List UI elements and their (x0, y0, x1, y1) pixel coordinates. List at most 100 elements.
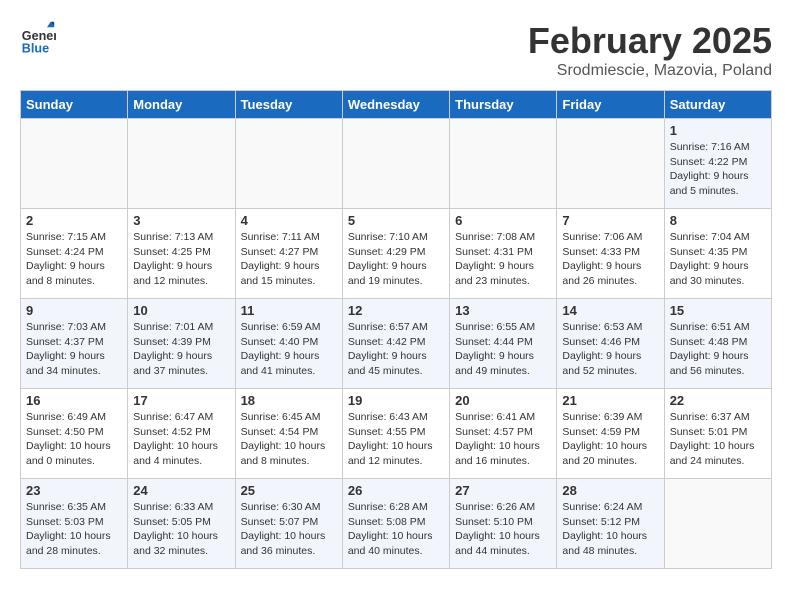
calendar-cell: 21Sunrise: 6:39 AM Sunset: 4:59 PM Dayli… (557, 389, 664, 479)
day-number: 2 (26, 213, 122, 228)
day-info: Sunrise: 7:13 AM Sunset: 4:25 PM Dayligh… (133, 230, 229, 289)
day-number: 18 (241, 393, 337, 408)
location: Srodmiescie, Mazovia, Poland (528, 62, 772, 80)
day-number: 20 (455, 393, 551, 408)
day-number: 10 (133, 303, 229, 318)
day-info: Sunrise: 6:55 AM Sunset: 4:44 PM Dayligh… (455, 320, 551, 379)
calendar-cell (342, 119, 449, 209)
calendar-cell: 16 Sunrise: 6:49 AM Sunset: 4:50 PM Dayli… (21, 389, 128, 479)
calendar-cell: 27 Sunrise: 6:26 AM Sunset: 5:10 PM Dayli… (450, 479, 557, 569)
weekday-header-monday: Monday (128, 91, 235, 119)
calendar-cell: 1 Sunrise: 7:16 AM Sunset: 4:22 PM Daylig… (664, 119, 771, 209)
calendar-cell: 23 Sunrise: 6:35 AM Sunset: 5:03 PM Dayli… (21, 479, 128, 569)
weekday-header-saturday: Saturday (664, 91, 771, 119)
weekday-header-wednesday: Wednesday (342, 91, 449, 119)
calendar-cell: 14Sunrise: 6:53 AM Sunset: 4:46 PM Dayli… (557, 299, 664, 389)
day-number: 15 (670, 303, 766, 318)
calendar-table: SundayMondayTuesdayWednesdayThursdayFrid… (20, 90, 772, 569)
day-info: Sunrise: 7:10 AM Sunset: 4:29 PM Dayligh… (348, 230, 444, 289)
day-number: 3 (133, 213, 229, 228)
calendar-cell: 28Sunrise: 6:24 AM Sunset: 5:12 PM Dayli… (557, 479, 664, 569)
day-number: 25 (241, 483, 337, 498)
day-number: 17 (133, 393, 229, 408)
calendar-cell: 25 Sunrise: 6:30 AM Sunset: 5:07 PM Dayli… (235, 479, 342, 569)
calendar-week-row: 23 Sunrise: 6:35 AM Sunset: 5:03 PM Dayli… (21, 479, 772, 569)
day-number: 26 (348, 483, 444, 498)
calendar-cell: 19 Sunrise: 6:43 AM Sunset: 4:55 PM Dayli… (342, 389, 449, 479)
day-info: Sunrise: 6:26 AM Sunset: 5:10 PM Dayligh… (455, 500, 551, 559)
day-info: Sunrise: 6:35 AM Sunset: 5:03 PM Dayligh… (26, 500, 122, 559)
weekday-header-row: SundayMondayTuesdayWednesdayThursdayFrid… (21, 91, 772, 119)
weekday-header-friday: Friday (557, 91, 664, 119)
calendar-cell: 12 Sunrise: 6:57 AM Sunset: 4:42 PM Dayli… (342, 299, 449, 389)
calendar-cell: 5 Sunrise: 7:10 AM Sunset: 4:29 PM Daylig… (342, 209, 449, 299)
calendar-cell: 8 Sunrise: 7:04 AM Sunset: 4:35 PM Daylig… (664, 209, 771, 299)
calendar-week-row: 1 Sunrise: 7:16 AM Sunset: 4:22 PM Daylig… (21, 119, 772, 209)
logo-icon: General Blue (20, 20, 56, 56)
day-number: 6 (455, 213, 551, 228)
calendar-week-row: 16 Sunrise: 6:49 AM Sunset: 4:50 PM Dayli… (21, 389, 772, 479)
month-title: February 2025 (528, 20, 772, 62)
day-number: 9 (26, 303, 122, 318)
calendar-cell (557, 119, 664, 209)
calendar-cell: 2Sunrise: 7:15 AM Sunset: 4:24 PM Daylig… (21, 209, 128, 299)
calendar-cell: 10 Sunrise: 7:01 AM Sunset: 4:39 PM Dayli… (128, 299, 235, 389)
calendar-cell: 18 Sunrise: 6:45 AM Sunset: 4:54 PM Dayli… (235, 389, 342, 479)
day-number: 12 (348, 303, 444, 318)
calendar-cell (128, 119, 235, 209)
day-info: Sunrise: 6:33 AM Sunset: 5:05 PM Dayligh… (133, 500, 229, 559)
day-info: Sunrise: 6:47 AM Sunset: 4:52 PM Dayligh… (133, 410, 229, 469)
calendar-cell: 4 Sunrise: 7:11 AM Sunset: 4:27 PM Daylig… (235, 209, 342, 299)
calendar-cell: 13 Sunrise: 6:55 AM Sunset: 4:44 PM Dayli… (450, 299, 557, 389)
day-info: Sunrise: 6:30 AM Sunset: 5:07 PM Dayligh… (241, 500, 337, 559)
weekday-header-thursday: Thursday (450, 91, 557, 119)
day-number: 16 (26, 393, 122, 408)
day-info: Sunrise: 7:16 AM Sunset: 4:22 PM Dayligh… (670, 140, 766, 199)
day-info: Sunrise: 7:11 AM Sunset: 4:27 PM Dayligh… (241, 230, 337, 289)
day-number: 27 (455, 483, 551, 498)
day-info: Sunrise: 6:39 AM Sunset: 4:59 PM Dayligh… (562, 410, 658, 469)
calendar-cell: 11 Sunrise: 6:59 AM Sunset: 4:40 PM Dayli… (235, 299, 342, 389)
logo: General Blue (20, 20, 60, 56)
day-number: 22 (670, 393, 766, 408)
day-number: 1 (670, 123, 766, 138)
svg-text:Blue: Blue (22, 41, 49, 55)
calendar-cell: 6 Sunrise: 7:08 AM Sunset: 4:31 PM Daylig… (450, 209, 557, 299)
day-info: Sunrise: 7:08 AM Sunset: 4:31 PM Dayligh… (455, 230, 551, 289)
calendar-cell (450, 119, 557, 209)
day-number: 5 (348, 213, 444, 228)
calendar-cell: 15 Sunrise: 6:51 AM Sunset: 4:48 PM Dayli… (664, 299, 771, 389)
day-number: 14 (562, 303, 658, 318)
day-number: 23 (26, 483, 122, 498)
calendar-cell: 17 Sunrise: 6:47 AM Sunset: 4:52 PM Dayli… (128, 389, 235, 479)
calendar-cell: 3 Sunrise: 7:13 AM Sunset: 4:25 PM Daylig… (128, 209, 235, 299)
day-number: 24 (133, 483, 229, 498)
day-number: 13 (455, 303, 551, 318)
day-info: Sunrise: 6:57 AM Sunset: 4:42 PM Dayligh… (348, 320, 444, 379)
day-info: Sunrise: 6:28 AM Sunset: 5:08 PM Dayligh… (348, 500, 444, 559)
day-info: Sunrise: 7:03 AM Sunset: 4:37 PM Dayligh… (26, 320, 122, 379)
day-info: Sunrise: 6:59 AM Sunset: 4:40 PM Dayligh… (241, 320, 337, 379)
day-info: Sunrise: 6:41 AM Sunset: 4:57 PM Dayligh… (455, 410, 551, 469)
day-info: Sunrise: 7:06 AM Sunset: 4:33 PM Dayligh… (562, 230, 658, 289)
calendar-cell (21, 119, 128, 209)
day-info: Sunrise: 6:49 AM Sunset: 4:50 PM Dayligh… (26, 410, 122, 469)
calendar-week-row: 2Sunrise: 7:15 AM Sunset: 4:24 PM Daylig… (21, 209, 772, 299)
day-info: Sunrise: 7:04 AM Sunset: 4:35 PM Dayligh… (670, 230, 766, 289)
calendar-cell: 9 Sunrise: 7:03 AM Sunset: 4:37 PM Daylig… (21, 299, 128, 389)
calendar-cell (664, 479, 771, 569)
calendar-cell: 20 Sunrise: 6:41 AM Sunset: 4:57 PM Dayli… (450, 389, 557, 479)
weekday-header-sunday: Sunday (21, 91, 128, 119)
day-number: 28 (562, 483, 658, 498)
day-number: 8 (670, 213, 766, 228)
day-info: Sunrise: 6:43 AM Sunset: 4:55 PM Dayligh… (348, 410, 444, 469)
day-info: Sunrise: 6:37 AM Sunset: 5:01 PM Dayligh… (670, 410, 766, 469)
day-info: Sunrise: 6:51 AM Sunset: 4:48 PM Dayligh… (670, 320, 766, 379)
calendar-week-row: 9 Sunrise: 7:03 AM Sunset: 4:37 PM Daylig… (21, 299, 772, 389)
day-info: Sunrise: 7:01 AM Sunset: 4:39 PM Dayligh… (133, 320, 229, 379)
day-info: Sunrise: 6:45 AM Sunset: 4:54 PM Dayligh… (241, 410, 337, 469)
day-number: 4 (241, 213, 337, 228)
day-number: 11 (241, 303, 337, 318)
day-number: 19 (348, 393, 444, 408)
title-block: February 2025 Srodmiescie, Mazovia, Pola… (528, 20, 772, 80)
